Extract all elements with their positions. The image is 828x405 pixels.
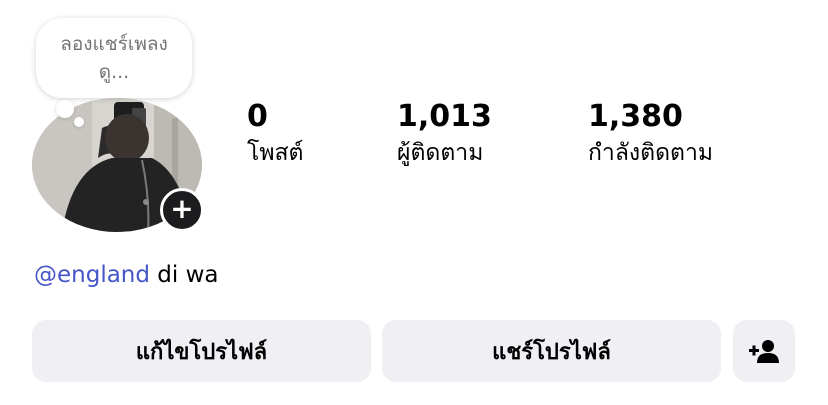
share-profile-button[interactable]: แชร์โปรไฟล์ <box>382 320 721 382</box>
bio: @england di wa <box>34 258 219 292</box>
add-person-icon <box>749 340 779 363</box>
note-bubble-line1: ลองแชร์เพลง <box>60 33 168 55</box>
edit-profile-label: แก้ไขโปรไฟล์ <box>135 339 268 365</box>
share-profile-label: แชร์โปรไฟล์ <box>492 339 611 365</box>
edit-profile-button[interactable]: แก้ไขโปรไฟล์ <box>32 320 371 382</box>
stat-posts-value: 0 <box>247 99 268 134</box>
discover-people-button[interactable] <box>733 320 795 382</box>
stat-posts[interactable]: 0 โพสต์ <box>247 98 304 170</box>
plus-icon: + <box>170 192 194 225</box>
note-bubble[interactable]: ลองแชร์เพลง ดู... <box>36 18 192 98</box>
stat-followers-label: ผู้ติดตาม <box>397 140 484 166</box>
stat-following[interactable]: 1,380 กำลังติดตาม <box>588 98 713 170</box>
bio-mention-link[interactable]: @england <box>34 262 150 288</box>
stat-followers-value: 1,013 <box>397 99 492 134</box>
bio-text: di wa <box>150 262 219 288</box>
stat-followers[interactable]: 1,013 ผู้ติดตาม <box>397 98 492 170</box>
note-bubble-tail-small <box>74 117 84 127</box>
stat-following-label: กำลังติดตาม <box>588 140 714 166</box>
add-story-button[interactable]: + <box>160 188 204 232</box>
note-bubble-tail <box>56 100 74 118</box>
stat-following-value: 1,380 <box>588 99 683 134</box>
note-bubble-line2: ดู... <box>98 61 130 83</box>
stat-posts-label: โพสต์ <box>247 140 304 166</box>
